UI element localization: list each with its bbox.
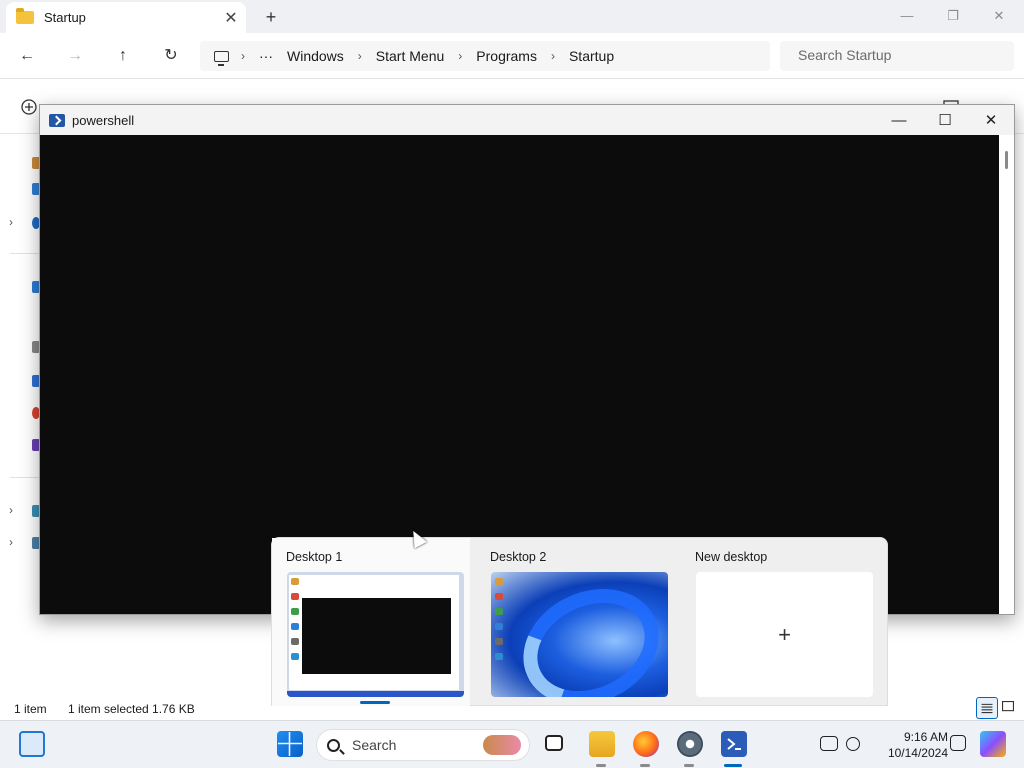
search-icon: [327, 738, 340, 752]
tab-label: Startup: [44, 10, 86, 25]
active-app-indicator: [724, 764, 742, 767]
thumbnail-desktop-icons: [495, 578, 503, 693]
tab-startup[interactable]: Startup ✕: [6, 2, 246, 33]
clock-date: 10/14/2024: [887, 746, 948, 760]
desktop-label: Desktop 2: [490, 550, 547, 564]
system-clock[interactable]: 9:16 AM 10/14/2024: [872, 729, 948, 761]
chevron-right-icon[interactable]: ›: [9, 535, 13, 549]
chevron-right-icon[interactable]: ›: [9, 215, 13, 229]
settings-icon[interactable]: [677, 731, 703, 757]
navigation-bar: ← → ↑ ↻ › ··· Windows › Start Menu › Pro…: [0, 33, 1024, 79]
search-input[interactable]: Search Startup: [780, 41, 1014, 71]
running-indicator: [596, 764, 606, 767]
navigation-pane: › › ›: [0, 135, 40, 690]
file-explorer-icon[interactable]: [589, 731, 615, 757]
active-desktop-indicator: [360, 701, 390, 704]
divider: [10, 253, 40, 254]
breadcrumb-startup[interactable]: Startup: [569, 48, 614, 64]
wallpaper-bloom: [504, 572, 668, 697]
new-desktop-card[interactable]: New desktop +: [681, 538, 879, 706]
desktop-1-thumbnail[interactable]: [287, 572, 464, 697]
desktop-label: Desktop 1: [286, 550, 343, 564]
taskbar: Search 9:16 AM 10/14/2024: [0, 720, 1024, 768]
running-indicator: [684, 764, 694, 767]
thumbnail-console: [302, 598, 451, 674]
desktop-2-thumbnail[interactable]: [491, 572, 668, 697]
breadcrumb-overflow[interactable]: ···: [259, 48, 273, 64]
virtual-desktops-flyout: Desktop 1 Desktop 2 New desktop +: [271, 537, 888, 706]
address-bar[interactable]: › ··· Windows › Start Menu › Programs › …: [200, 41, 770, 71]
taskbar-search[interactable]: Search: [316, 729, 530, 761]
start-icon[interactable]: [277, 731, 303, 757]
back-button[interactable]: ←: [13, 43, 41, 69]
breadcrumb-separator: ›: [458, 49, 463, 63]
refresh-button[interactable]: ↻: [157, 43, 185, 69]
minimize-button[interactable]: —: [884, 4, 930, 28]
details-view-button[interactable]: [976, 697, 998, 719]
search-highlight-icon: [483, 735, 521, 755]
explorer-tab-bar: Startup ✕ + — ❐ ✕: [0, 0, 1024, 33]
large-icons-view-button[interactable]: [998, 697, 1020, 719]
breadcrumb-start-menu[interactable]: Start Menu: [376, 48, 444, 64]
scrollbar-thumb[interactable]: [1005, 151, 1008, 169]
desktop-2-card[interactable]: Desktop 2: [476, 538, 674, 706]
scrollbar[interactable]: [999, 135, 1014, 614]
forward-button[interactable]: →: [61, 43, 89, 69]
window-title: powershell: [72, 112, 135, 128]
add-desktop-button[interactable]: +: [696, 572, 873, 697]
clock-time: 9:16 AM: [903, 730, 948, 744]
task-view-icon[interactable]: [545, 735, 563, 751]
powershell-title-bar[interactable]: powershell — ☐ ✕: [40, 105, 1014, 135]
desktop-1-card[interactable]: Desktop 1: [272, 538, 470, 706]
notification-icon[interactable]: [950, 735, 966, 751]
folder-icon: [16, 8, 34, 24]
thumbnail-taskbar: [287, 691, 464, 697]
firefox-icon[interactable]: [633, 731, 659, 757]
tab-close-button[interactable]: ✕: [216, 8, 246, 28]
breadcrumb-programs[interactable]: Programs: [476, 48, 537, 64]
copilot-icon[interactable]: [980, 731, 1006, 757]
monitor-tray-icon[interactable]: [820, 736, 838, 751]
breadcrumb-windows[interactable]: Windows: [287, 48, 344, 64]
item-count: 1 item: [14, 702, 47, 716]
running-indicator: [640, 764, 650, 767]
close-button[interactable]: ✕: [968, 111, 1014, 129]
breadcrumb-separator: ›: [357, 49, 362, 63]
new-icon[interactable]: [20, 98, 40, 116]
divider: [10, 477, 40, 478]
chevron-right-icon[interactable]: ›: [9, 503, 13, 517]
widgets-icon[interactable]: [19, 731, 45, 757]
maximize-button[interactable]: ❐: [930, 4, 976, 28]
up-button[interactable]: ↑: [109, 43, 137, 69]
selection-info: 1 item selected 1.76 KB: [68, 702, 195, 716]
new-tab-button[interactable]: +: [258, 4, 284, 30]
breadcrumb-separator: ›: [241, 49, 245, 63]
new-desktop-label: New desktop: [695, 550, 768, 564]
powershell-icon: [49, 113, 65, 127]
this-pc-icon: [214, 50, 229, 66]
search-label: Search: [352, 737, 397, 753]
thumbnail-desktop-icons: [291, 578, 299, 693]
powershell-icon[interactable]: [721, 731, 747, 757]
maximize-button[interactable]: ☐: [922, 111, 968, 129]
network-status-icon[interactable]: [846, 737, 860, 751]
close-button[interactable]: ✕: [976, 4, 1022, 28]
breadcrumb-separator: ›: [550, 49, 555, 63]
minimize-button[interactable]: —: [876, 112, 922, 129]
